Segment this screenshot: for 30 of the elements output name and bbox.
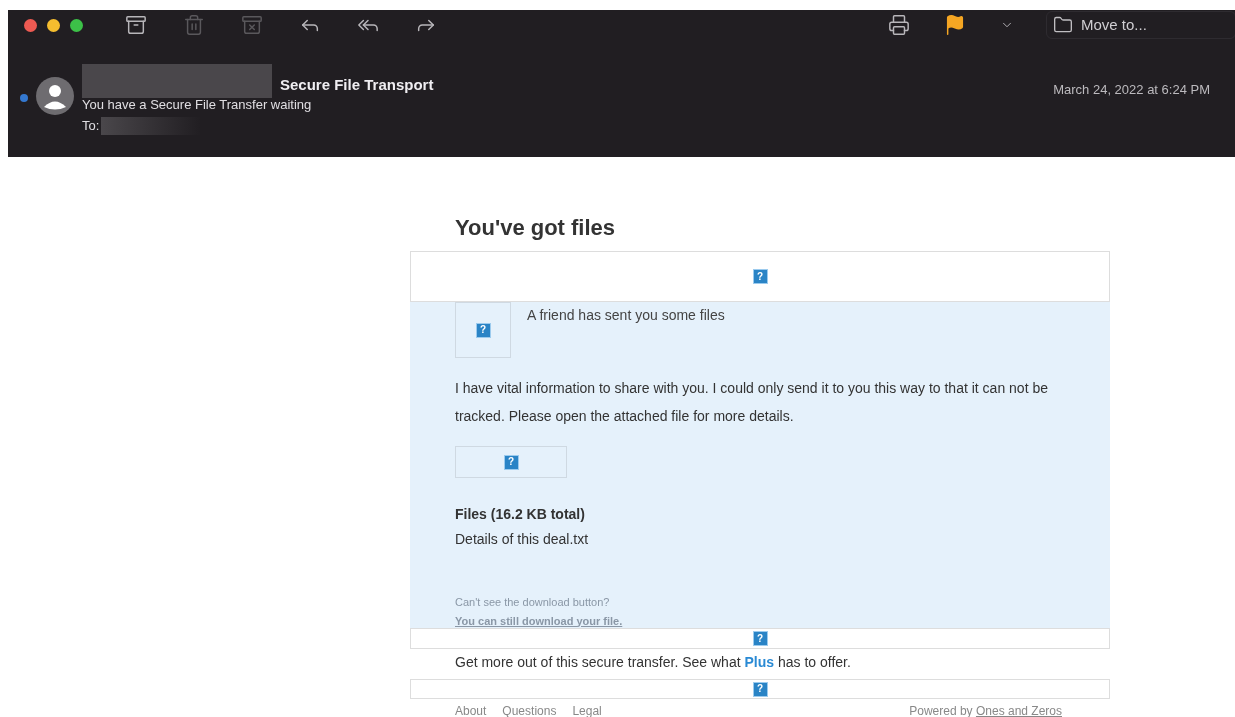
broken-image-icon: ? <box>752 681 768 697</box>
broken-image-icon: ? <box>475 322 491 338</box>
close-window-button[interactable] <box>24 18 37 32</box>
footer-link[interactable]: Legal <box>572 702 602 717</box>
broken-image-icon: ? <box>503 454 519 470</box>
ones-and-zeros-link[interactable]: Ones and Zeros <box>975 704 1062 717</box>
sender-name: Secure File Transport <box>280 74 434 95</box>
footer-link[interactable]: About <box>455 702 487 717</box>
avatar-icon <box>36 77 74 115</box>
minimize-window-button[interactable] <box>47 18 60 32</box>
files-title: Files (16.2 KB total) <box>455 505 586 524</box>
message-date: March 24, 2022 at 6:24 PM <box>1053 81 1210 99</box>
intro-text: A friend has sent you some files <box>527 306 725 325</box>
broken-image-icon: ? <box>752 631 768 646</box>
footer-link[interactable]: Questions <box>502 702 557 717</box>
printer-icon[interactable] <box>886 14 912 36</box>
message-body: I have vital information to share with you. I could only send it to you this way to that it can not be tracked. Please open the attached file for more details. <box>455 379 1049 426</box>
zoom-window-button[interactable] <box>70 18 83 32</box>
archive-icon[interactable] <box>123 14 149 36</box>
promo-text: Get more out of this secure transfer. See what Plus has to offer. <box>454 653 852 672</box>
file-name: Details of this deal.txt <box>455 530 590 549</box>
plus-link[interactable]: Plus <box>744 654 775 670</box>
message-subject: You have a Secure File Transfer waiting <box>82 96 313 114</box>
download-link[interactable]: You can still download your file. <box>455 612 623 629</box>
email-heading: You've got files <box>454 215 617 241</box>
broken-image-icon: ? <box>752 269 768 284</box>
folder-icon <box>1053 15 1073 35</box>
help-text: Can't see the download button? <box>455 595 611 610</box>
powered-by-text: Powered by Ones and Zeros <box>909 703 1062 717</box>
recipient-label: To: <box>82 117 100 135</box>
